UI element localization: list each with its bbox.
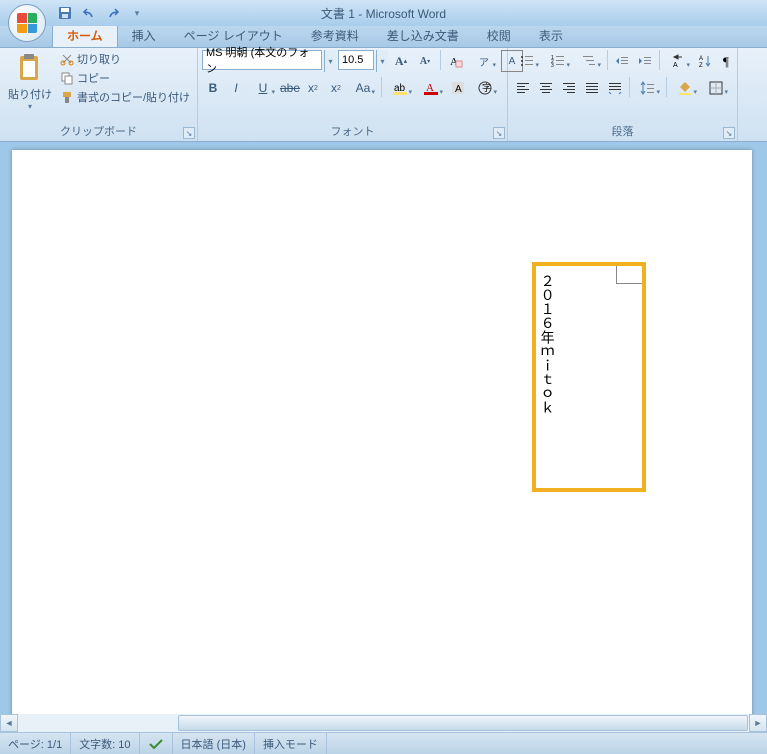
ribbon-tabs: ホーム 挿入 ページ レイアウト 参考資料 差し込み文書 校閲 表示 <box>0 26 767 48</box>
clipboard-launcher[interactable]: ↘ <box>183 127 195 139</box>
status-page[interactable]: ページ: 1/1 <box>0 733 71 754</box>
text-direction-button[interactable]: A <box>663 50 693 72</box>
tab-view[interactable]: 表示 <box>525 24 577 47</box>
align-center-button[interactable] <box>535 77 557 99</box>
document-area[interactable]: ２０１６年ｍｉｔｏｋ <box>0 142 767 732</box>
status-proofing-icon[interactable] <box>140 733 173 754</box>
line-spacing-button[interactable] <box>633 77 663 99</box>
grow-font-button[interactable]: A▴ <box>390 50 412 72</box>
paragraph-launcher[interactable]: ↘ <box>723 127 735 139</box>
paste-button[interactable]: 貼り付け ▾ <box>4 50 56 113</box>
status-insert-mode[interactable]: 挿入モード <box>255 733 327 754</box>
decrease-indent-button[interactable] <box>611 50 633 72</box>
svg-text:A: A <box>673 62 678 69</box>
svg-text:Z: Z <box>699 63 703 69</box>
phonetic-guide-button[interactable]: ア <box>469 50 499 72</box>
ribbon: 貼り付け ▾ 切り取り コピー 書式のコピー/貼り付け クリップボード ↘ MS… <box>0 48 767 142</box>
office-logo-icon <box>17 13 37 33</box>
clear-format-button[interactable]: A <box>445 50 467 72</box>
borders-button[interactable] <box>701 77 731 99</box>
save-icon[interactable] <box>56 4 74 22</box>
page[interactable]: ２０１６年ｍｉｔｏｋ <box>12 150 752 732</box>
qat-customize-icon[interactable]: ▾ <box>128 4 146 22</box>
svg-text:A: A <box>455 84 462 95</box>
svg-text:¶: ¶ <box>723 54 729 69</box>
cut-label: 切り取り <box>77 51 121 67</box>
copy-button[interactable]: コピー <box>58 69 192 87</box>
office-button[interactable] <box>8 4 46 42</box>
format-painter-label: 書式のコピー/貼り付け <box>77 89 190 105</box>
copy-label: コピー <box>77 70 110 86</box>
font-size-dropdown[interactable]: ▾ <box>376 50 388 72</box>
sort-button[interactable]: AZ <box>694 50 716 72</box>
textbox-content[interactable]: ２０１６年ｍｉｔｏｋ <box>536 266 566 422</box>
font-name-combo[interactable]: MS 明朝 (本文のフォン <box>202 50 322 70</box>
increase-indent-button[interactable] <box>634 50 656 72</box>
char-shading-button[interactable]: A <box>447 77 469 99</box>
show-marks-button[interactable]: ¶ <box>717 50 739 72</box>
numbering-button[interactable]: 123 <box>543 50 573 72</box>
scroll-left-button[interactable]: ◄ <box>0 714 18 732</box>
enclose-char-button[interactable]: 字 <box>470 77 500 99</box>
italic-button[interactable]: I <box>225 77 247 99</box>
multilevel-list-button[interactable] <box>574 50 604 72</box>
scroll-right-button[interactable]: ► <box>749 714 767 732</box>
strike-button[interactable]: abe <box>279 77 301 99</box>
font-color-button[interactable]: A <box>416 77 446 99</box>
textbox-handle <box>616 266 642 284</box>
text-box[interactable]: ２０１６年ｍｉｔｏｋ <box>532 262 646 492</box>
paste-label: 貼り付け <box>8 86 52 102</box>
window-title: 文書 1 - Microsoft Word <box>321 5 446 22</box>
undo-icon[interactable] <box>80 4 98 22</box>
svg-text:字: 字 <box>482 82 491 93</box>
scroll-thumb[interactable] <box>178 715 748 731</box>
font-name-dropdown[interactable]: ▾ <box>324 50 336 72</box>
justify-button[interactable] <box>581 77 603 99</box>
clipboard-group-label: クリップボード <box>4 121 193 141</box>
tab-home[interactable]: ホーム <box>52 23 118 47</box>
shrink-font-button[interactable]: A▾ <box>414 50 436 72</box>
svg-text:A: A <box>699 56 703 62</box>
font-launcher[interactable]: ↘ <box>493 127 505 139</box>
status-language[interactable]: 日本語 (日本) <box>173 733 255 754</box>
subscript-button[interactable]: x2 <box>302 77 324 99</box>
tab-mailings[interactable]: 差し込み文書 <box>373 24 473 47</box>
bullets-button[interactable] <box>512 50 542 72</box>
paragraph-group-label: 段落 <box>512 121 733 141</box>
shading-button[interactable] <box>670 77 700 99</box>
change-case-button[interactable]: Aa <box>348 77 378 99</box>
font-group-label: フォント <box>202 121 503 141</box>
paste-icon <box>14 52 46 84</box>
align-right-button[interactable] <box>558 77 580 99</box>
scroll-track[interactable] <box>18 714 749 732</box>
cut-button[interactable]: 切り取り <box>58 50 192 68</box>
bold-button[interactable]: B <box>202 77 224 99</box>
underline-button[interactable]: U <box>248 77 278 99</box>
redo-icon[interactable] <box>104 4 122 22</box>
font-size-combo[interactable]: 10.5 <box>338 50 374 70</box>
superscript-button[interactable]: x2 <box>325 77 347 99</box>
distribute-button[interactable] <box>604 77 626 99</box>
tab-insert[interactable]: 挿入 <box>118 24 170 47</box>
tab-review[interactable]: 校閲 <box>473 24 525 47</box>
align-left-button[interactable] <box>512 77 534 99</box>
svg-text:3: 3 <box>551 63 554 69</box>
status-bar: ページ: 1/1 文字数: 10 日本語 (日本) 挿入モード <box>0 732 767 754</box>
status-word-count[interactable]: 文字数: 10 <box>71 733 139 754</box>
format-painter-button[interactable]: 書式のコピー/貼り付け <box>58 88 192 106</box>
highlight-button[interactable]: ab <box>385 77 415 99</box>
horizontal-scrollbar[interactable]: ◄ ► <box>0 714 767 732</box>
